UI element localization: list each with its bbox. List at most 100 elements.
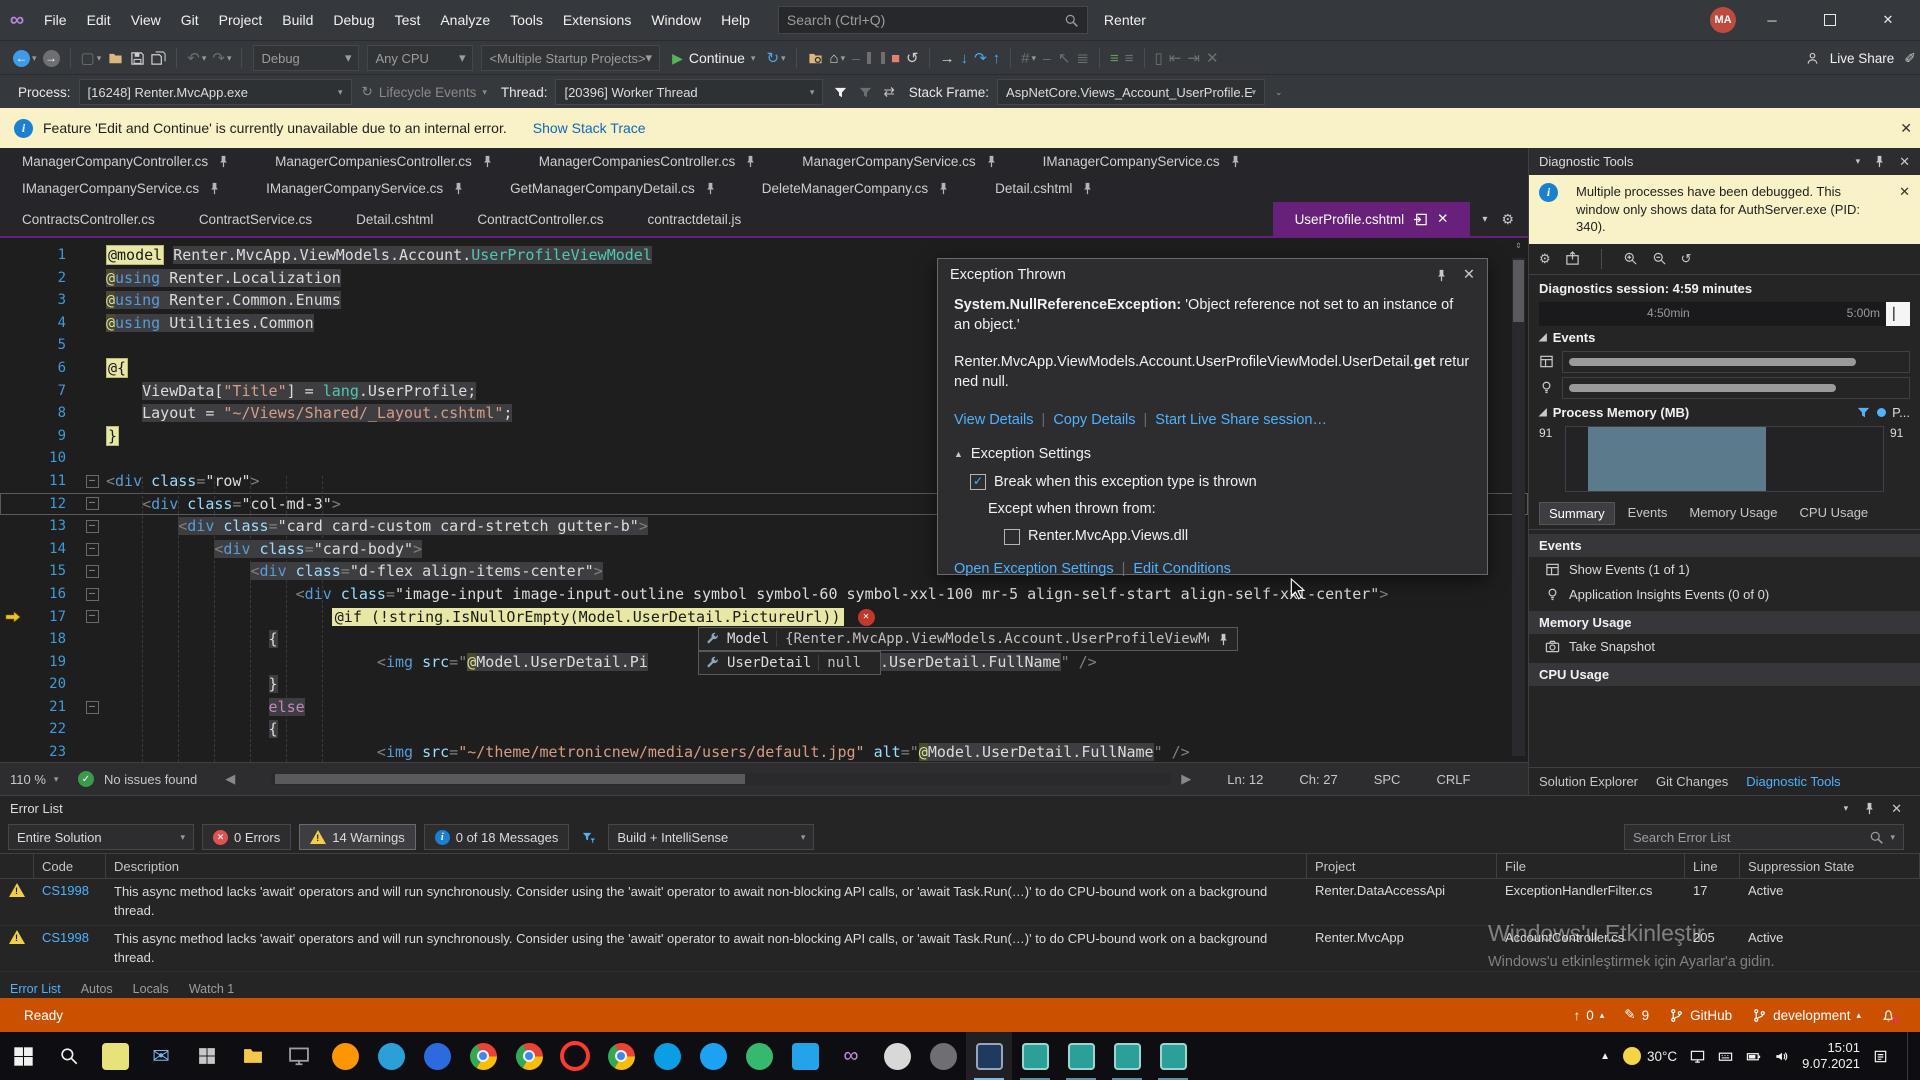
exception-link-open-exception-settings[interactable]: Open Exception Settings (954, 559, 1114, 579)
stop-debugging-button[interactable]: ■ (891, 51, 900, 66)
swap-frames-icon[interactable]: ⇄ (883, 85, 894, 99)
show-events-link[interactable]: Show Events (1 of 1) (1529, 557, 1920, 582)
tab-pin-icon[interactable] (451, 181, 466, 196)
tray-keyboard-icon[interactable] (1718, 1049, 1733, 1064)
format-document-button[interactable]: ≡ (1110, 51, 1119, 66)
taskbar-start-icon[interactable] (0, 1032, 46, 1080)
tab-pin-icon[interactable] (207, 181, 222, 196)
build-intellisense-dropdown[interactable]: Build + IntelliSense▾ (608, 824, 814, 850)
code-line-22[interactable]: 22{ (0, 718, 1528, 741)
menu-item-view[interactable]: View (121, 12, 171, 28)
taskbar-gray-app-icon[interactable] (920, 1032, 966, 1080)
code-line-20[interactable]: 20} (0, 673, 1528, 696)
startup-project-dropdown[interactable]: <Multiple Startup Projects>▾ (481, 45, 660, 71)
app-insights-link[interactable]: Application Insights Events (0 of 0) (1529, 582, 1920, 607)
lifecycle-events-button[interactable]: ↻ Lifecycle Events▾ (362, 85, 487, 100)
tab-pin-icon[interactable] (936, 181, 951, 196)
quick-search-input[interactable]: Search (Ctrl+Q) (778, 6, 1088, 34)
nav-back-button[interactable]: ←▾ (13, 50, 37, 67)
push-commits-button[interactable]: ↑0▴ (1574, 1008, 1605, 1023)
menu-item-edit[interactable]: Edit (77, 12, 121, 28)
hscroll-left-arrow[interactable]: ◀ (225, 771, 235, 787)
taskbar-chrome-icon[interactable] (460, 1032, 506, 1080)
eol-indicator[interactable]: CRLF (1436, 772, 1470, 787)
memory-filter-funnel-icon[interactable] (1856, 405, 1871, 420)
taskbar-mail-icon[interactable]: ✉ (138, 1032, 184, 1080)
error-list-chevron-icon[interactable]: ▾ (1844, 803, 1849, 814)
redo-button[interactable]: ↷▾ (212, 51, 231, 66)
tab-contractdetail-js[interactable]: contractdetail.js (625, 202, 763, 236)
tab-imanagercompanyservice-cs[interactable]: IManagerCompanyService.cs (0, 175, 244, 202)
tab-pin-icon[interactable] (743, 154, 758, 169)
panel-pin-icon[interactable] (1872, 154, 1887, 169)
fold-collapse-icon[interactable]: – (78, 606, 106, 629)
fold-collapse-icon[interactable]: – (78, 515, 106, 538)
settings-gear-icon[interactable]: ⚙ (1539, 251, 1551, 267)
code-analysis-button[interactable]: #▾ (1021, 51, 1036, 66)
repository-button[interactable]: GitHub (1669, 1008, 1732, 1023)
taskbar-chrome-canary-icon[interactable] (598, 1032, 644, 1080)
exception-settings-expander[interactable]: ▲ Exception Settings (954, 444, 1471, 464)
tab-pin-icon[interactable] (703, 181, 718, 196)
show-next-statement-button[interactable]: → (940, 51, 955, 66)
remove-item-button[interactable]: ✕ (1206, 51, 1219, 66)
tab-imanagercompanyservice-cs[interactable]: IManagerCompanyService.cs (244, 175, 488, 202)
solution-configuration-dropdown[interactable]: Debug▾ (253, 45, 359, 71)
warnings-filter-button[interactable]: ! 14 Warnings (299, 824, 416, 850)
fold-collapse-icon[interactable]: – (78, 696, 106, 719)
format-help-button[interactable]: ≡ (1125, 51, 1134, 66)
show-stack-trace-link[interactable]: Show Stack Trace (533, 120, 646, 136)
indent-decrease-button[interactable]: ⇤ (1169, 51, 1182, 66)
error-list-close-icon[interactable]: ✕ (1891, 801, 1902, 817)
diagnostics-tab-cpu-usage[interactable]: CPU Usage (1791, 502, 1878, 525)
column-header-icon[interactable] (0, 854, 34, 878)
branch-button[interactable]: development▴ (1752, 1008, 1861, 1023)
tab-pin-icon[interactable] (480, 154, 495, 169)
menu-item-git[interactable]: Git (171, 12, 209, 28)
tab-gear-icon[interactable]: ⚙ (1501, 211, 1514, 228)
code-line-23[interactable]: 23<img src="~/theme/metronicnew/media/us… (0, 741, 1528, 762)
tab-deletemanagercompany-cs[interactable]: DeleteManagerCompany.cs (740, 175, 973, 202)
taskbar-app-blue-icon[interactable] (414, 1032, 460, 1080)
tab-pin-icon[interactable] (1080, 181, 1095, 196)
filter-threads-icon[interactable] (833, 85, 848, 100)
user-avatar[interactable]: MA (1710, 7, 1736, 33)
step-out-button[interactable]: ↑ (993, 51, 1001, 66)
select-pointer-button[interactable]: ↖ (1058, 51, 1071, 66)
tab-getmanagercompanydetail-cs[interactable]: GetManagerCompanyDetail.cs (488, 175, 740, 202)
panel-tab-watch-1[interactable]: Watch 1 (189, 982, 234, 996)
warning-close-icon[interactable]: ✕ (1899, 183, 1910, 236)
continue-button[interactable]: ▶Continue▾ (672, 50, 755, 67)
code-line-21[interactable]: 21–else (0, 696, 1528, 719)
live-share-button[interactable]: Live Share (1830, 51, 1895, 66)
stack-frame-dropdown[interactable]: AspNetCore.Views_Account_UserProfile.Ex▾ (997, 79, 1265, 105)
process-memory-chart[interactable]: 91 91 (1529, 424, 1920, 494)
menu-item-tools[interactable]: Tools (500, 12, 553, 28)
column-header-code[interactable]: Code (34, 854, 106, 878)
nav-forward-button[interactable]: → (43, 50, 60, 67)
tab-imanagercompanyservice-cs[interactable]: IManagerCompanyService.cs (1021, 148, 1265, 175)
taskbar-remote-window-3-icon[interactable] (1104, 1032, 1150, 1080)
find-in-files-button[interactable] (807, 51, 824, 66)
column-header-file[interactable]: File (1497, 854, 1685, 878)
events-section-header[interactable]: ◢Events (1529, 326, 1920, 349)
taskbar-search-icon[interactable] (46, 1032, 92, 1080)
taskbar-photos-icon[interactable] (276, 1032, 322, 1080)
restart-debugging-button[interactable]: ↺ (906, 51, 919, 66)
taskbar-firefox-icon[interactable] (322, 1032, 368, 1080)
step-over-button[interactable]: ↷ (974, 51, 987, 66)
memory-section-header[interactable]: ◢Process Memory (MB) P... (1529, 401, 1920, 424)
reset-view-icon[interactable]: ↺ (1681, 251, 1692, 267)
taskbar-store-icon[interactable] (184, 1032, 230, 1080)
taskbar-green-app-icon[interactable] (736, 1032, 782, 1080)
exception-error-badge-icon[interactable]: ✕ (858, 609, 875, 626)
taskbar-visual-studio-icon[interactable]: ∞ (828, 1032, 874, 1080)
error-list-column-headers[interactable]: CodeDescriptionProjectFileLineSuppressio… (0, 853, 1920, 879)
menu-item-extensions[interactable]: Extensions (553, 12, 641, 28)
tray-monitor-icon[interactable] (1690, 1049, 1705, 1064)
tab-contractcontroller-cs[interactable]: ContractController.cs (455, 202, 625, 236)
tab-detail-cshtml[interactable]: Detail.cshtml (334, 202, 455, 236)
close-button[interactable]: ✕ (1866, 0, 1910, 40)
column-header-suppression-state[interactable]: Suppression State (1740, 854, 1920, 878)
column-header-project[interactable]: Project (1307, 854, 1497, 878)
